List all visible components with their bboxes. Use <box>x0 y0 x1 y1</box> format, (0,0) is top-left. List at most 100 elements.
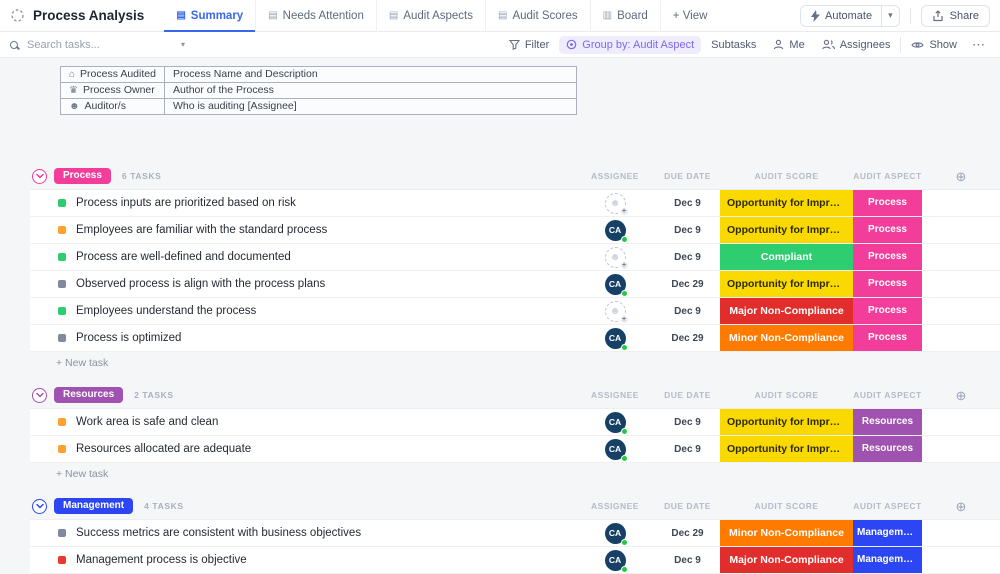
task-status-icon[interactable] <box>58 199 66 207</box>
search-box[interactable]: ▾ <box>10 38 185 52</box>
task-status-icon[interactable] <box>58 445 66 453</box>
column-header-assignee[interactable]: ASSIGNEE <box>575 171 655 181</box>
task-row[interactable]: Process inputs are prioritized based on … <box>30 190 1000 217</box>
assignees-button[interactable]: Assignees <box>815 36 898 54</box>
due-date[interactable]: Dec 29 <box>655 279 720 290</box>
add-column-icon[interactable]: ⊕ <box>956 389 967 402</box>
task-row[interactable]: Employees are familiar with the standard… <box>30 217 1000 244</box>
audit-aspect-badge[interactable]: Management <box>853 547 922 573</box>
column-header-audit-aspect[interactable]: AUDIT ASPECT <box>853 390 922 400</box>
audit-score-badge[interactable]: Minor Non-Compliance <box>720 325 853 351</box>
add-column-icon[interactable]: ⊕ <box>956 170 967 183</box>
filter-button[interactable]: Filter <box>502 36 556 54</box>
due-date[interactable]: Dec 9 <box>655 417 720 428</box>
assignee-avatar[interactable]: CA + <box>605 523 626 544</box>
task-row[interactable]: Success metrics are consistent with busi… <box>30 520 1000 547</box>
audit-score-badge[interactable]: Opportunity for Improvement <box>720 409 853 435</box>
task-status-icon[interactable] <box>58 280 66 288</box>
collapse-chevron-icon[interactable] <box>32 499 47 514</box>
audit-aspect-badge[interactable]: Process <box>853 244 922 270</box>
group-badge[interactable]: Management <box>54 498 133 514</box>
tab-board[interactable]: ▥ Board <box>591 0 661 32</box>
task-title[interactable]: Work area is safe and clean <box>76 416 218 428</box>
group-badge[interactable]: Resources <box>54 387 123 403</box>
column-header-due-date[interactable]: DUE DATE <box>655 501 720 511</box>
audit-aspect-badge[interactable]: Process <box>853 217 922 243</box>
column-header-audit-score[interactable]: AUDIT SCORE <box>720 171 853 181</box>
group-by-button[interactable]: Group by: Audit Aspect <box>559 36 701 54</box>
new-task-button[interactable]: + New task <box>0 352 1000 372</box>
audit-score-badge[interactable]: Compliant <box>720 244 853 270</box>
collapse-chevron-icon[interactable] <box>32 169 47 184</box>
tab-summary[interactable]: ▤ Summary <box>164 0 256 32</box>
tab-needs-attention[interactable]: ▤ Needs Attention <box>256 0 377 32</box>
assignee-avatar[interactable]: CA + <box>605 439 626 460</box>
audit-score-badge[interactable]: Major Non-Compliance <box>720 298 853 324</box>
me-button[interactable]: Me <box>766 36 811 54</box>
column-header-due-date[interactable]: DUE DATE <box>655 390 720 400</box>
audit-score-badge[interactable]: Minor Non-Compliance <box>720 520 853 546</box>
audit-aspect-badge[interactable]: Process <box>853 298 922 324</box>
due-date[interactable]: Dec 9 <box>655 198 720 209</box>
automate-chevron-down-icon[interactable]: ▾ <box>881 6 899 26</box>
column-header-due-date[interactable]: DUE DATE <box>655 171 720 181</box>
assignee-avatar[interactable]: CA + <box>605 274 626 295</box>
audit-aspect-badge[interactable]: Process <box>853 271 922 297</box>
task-title[interactable]: Resources allocated are adequate <box>76 443 251 455</box>
task-title[interactable]: Process inputs are prioritized based on … <box>76 197 296 209</box>
add-column-icon[interactable]: ⊕ <box>956 500 967 513</box>
column-header-audit-aspect[interactable]: AUDIT ASPECT <box>853 501 922 511</box>
add-assignee-avatar[interactable]: + <box>605 247 626 268</box>
due-date[interactable]: Dec 9 <box>655 555 720 566</box>
assignee-avatar[interactable]: CA + <box>605 328 626 349</box>
task-title[interactable]: Employees understand the process <box>76 305 256 317</box>
task-row[interactable]: Management process is objective CA + Dec… <box>30 547 1000 574</box>
task-status-icon[interactable] <box>58 529 66 537</box>
more-options-icon[interactable]: ⋯ <box>967 37 990 53</box>
task-row[interactable]: Work area is safe and clean CA + Dec 9 O… <box>30 409 1000 436</box>
task-row[interactable]: Process are well-defined and documented … <box>30 244 1000 271</box>
audit-score-badge[interactable]: Major Non-Compliance <box>720 547 853 573</box>
task-title[interactable]: Success metrics are consistent with busi… <box>76 527 361 539</box>
audit-score-badge[interactable]: Opportunity for Improvement <box>720 190 853 216</box>
task-row[interactable]: Resources allocated are adequate CA + De… <box>30 436 1000 463</box>
tab-audit-scores[interactable]: ▤ Audit Scores <box>486 0 591 32</box>
audit-aspect-badge[interactable]: Process <box>853 325 922 351</box>
task-status-icon[interactable] <box>58 253 66 261</box>
tab-audit-aspects[interactable]: ▤ Audit Aspects <box>377 0 486 32</box>
audit-aspect-badge[interactable]: Resources <box>853 409 922 435</box>
task-status-icon[interactable] <box>58 418 66 426</box>
audit-aspect-badge[interactable]: Process <box>853 190 922 216</box>
collapse-chevron-icon[interactable] <box>32 388 47 403</box>
column-header-audit-score[interactable]: AUDIT SCORE <box>720 501 853 511</box>
assignee-avatar[interactable]: CA + <box>605 412 626 433</box>
due-date[interactable]: Dec 9 <box>655 306 720 317</box>
column-header-audit-aspect[interactable]: AUDIT ASPECT <box>853 171 922 181</box>
column-header-audit-score[interactable]: AUDIT SCORE <box>720 390 853 400</box>
column-header-assignee[interactable]: ASSIGNEE <box>575 390 655 400</box>
due-date[interactable]: Dec 9 <box>655 252 720 263</box>
task-title[interactable]: Process is optimized <box>76 332 181 344</box>
task-title[interactable]: Employees are familiar with the standard… <box>76 224 327 236</box>
show-button[interactable]: Show <box>904 36 964 54</box>
group-badge[interactable]: Process <box>54 168 111 184</box>
add-assignee-avatar[interactable]: + <box>605 193 626 214</box>
assignee-avatar[interactable]: CA + <box>605 550 626 571</box>
audit-score-badge[interactable]: Opportunity for Improvement <box>720 217 853 243</box>
search-chevron-down-icon[interactable]: ▾ <box>181 40 185 49</box>
search-input[interactable] <box>25 38 174 52</box>
due-date[interactable]: Dec 9 <box>655 225 720 236</box>
audit-score-badge[interactable]: Opportunity for Improvement <box>720 271 853 297</box>
task-status-icon[interactable] <box>58 307 66 315</box>
automate-button[interactable]: Automate <box>801 10 881 22</box>
due-date[interactable]: Dec 9 <box>655 444 720 455</box>
task-status-icon[interactable] <box>58 556 66 564</box>
task-row[interactable]: Process is optimized CA + Dec 29 Minor N… <box>30 325 1000 352</box>
task-title[interactable]: Observed process is align with the proce… <box>76 278 325 290</box>
tab-view[interactable]: + View <box>661 0 720 32</box>
assignee-avatar[interactable]: CA + <box>605 220 626 241</box>
task-row[interactable]: Employees understand the process + Dec 9… <box>30 298 1000 325</box>
audit-aspect-badge[interactable]: Resources <box>853 436 922 462</box>
task-status-icon[interactable] <box>58 334 66 342</box>
new-task-button[interactable]: + New task <box>0 463 1000 483</box>
